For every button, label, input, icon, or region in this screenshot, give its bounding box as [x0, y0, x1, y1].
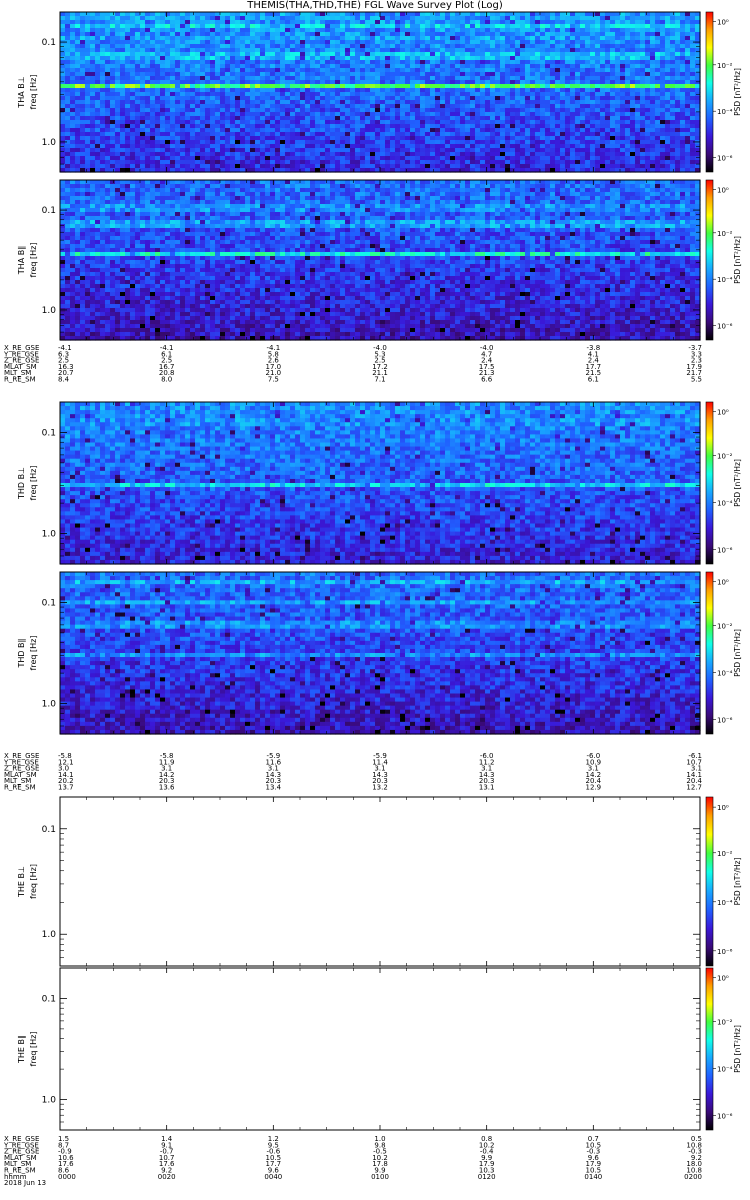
y-axis-probe-label: THE B∥	[17, 1035, 26, 1064]
colorbar-tick-label: 10⁻⁴	[717, 108, 733, 116]
colorbar-tick-label: 10⁰	[717, 409, 729, 417]
wave-survey-figure: THEMIS(THA,THD,THE) FGL Wave Survey Plot…	[0, 0, 750, 1200]
spectrogram-panel-6	[59, 967, 716, 1131]
colorbar-tick-label: 10⁻⁶	[717, 155, 733, 163]
ephemeris-value: 13.7	[58, 784, 74, 792]
ephemeris-value: 13.6	[159, 784, 175, 792]
colorbar-tick-label: 10⁻⁴	[717, 1065, 733, 1073]
colorbar-tick-label: 10⁻⁴	[717, 669, 733, 677]
y-tick-label: 0.1	[42, 825, 56, 835]
ephemeris-value: 12.9	[586, 784, 602, 792]
spectrogram-panel-1	[59, 11, 716, 173]
ephemeris-label: R_RE_SM	[4, 376, 36, 384]
spectrogram-heatmap	[60, 572, 701, 735]
y-axis-probe-label: THD B∥	[17, 638, 26, 668]
ephemeris-value: 0200	[684, 1173, 702, 1181]
colorbar	[705, 796, 714, 967]
colorbar-tick-label: 10⁰	[717, 579, 729, 587]
colorbar	[705, 571, 714, 735]
y-tick-label: 0.1	[42, 38, 56, 48]
colorbar-tick-label: 10⁻⁴	[717, 899, 733, 907]
y-tick-label: 1.0	[42, 306, 57, 316]
colorbar-label: PSD [nT²/Hz]	[733, 68, 742, 116]
colorbar-label: PSD [nT²/Hz]	[733, 236, 742, 284]
y-axis-freq-label: freq [Hz]	[29, 243, 38, 278]
y-tick-label: 1.0	[42, 138, 57, 148]
ephemeris-value: 7.5	[268, 376, 279, 384]
colorbar	[705, 401, 714, 565]
ephemeris-value: 0140	[584, 1173, 602, 1181]
colorbar-tick-label: 10⁰	[717, 187, 729, 195]
ephemeris-value: 0040	[264, 1173, 282, 1181]
colorbar-tick-label: 10⁻²	[717, 850, 733, 858]
y-tick-label: 1.0	[42, 1096, 57, 1106]
ephemeris-value: 6.1	[588, 376, 599, 384]
colorbar-tick-label: 10⁰	[717, 804, 729, 812]
colorbar-tick-label: 10⁻⁶	[717, 948, 733, 956]
colorbar-tick-label: 10⁻⁶	[717, 1112, 733, 1120]
colorbar-tick-label: 10⁻²	[717, 62, 733, 70]
colorbar-label: PSD [nT²/Hz]	[733, 459, 742, 507]
spectrogram-heatmap	[60, 402, 701, 565]
y-axis-freq-label: freq [Hz]	[29, 466, 38, 501]
spectrogram-panel-4	[59, 571, 716, 735]
colorbar-tick-label: 10⁻²	[717, 230, 733, 238]
spectrogram-panel-3	[59, 401, 716, 565]
y-tick-label: 0.1	[42, 428, 56, 438]
colorbar-tick-label: 10⁻²	[717, 622, 733, 630]
ephemeris-value: 7.1	[374, 376, 385, 384]
y-axis-probe-label: THD B⊥	[17, 467, 26, 500]
ephemeris-value: 0000	[58, 1173, 76, 1181]
colorbar-tick-label: 10⁻²	[717, 1018, 733, 1026]
ephemeris-value: 13.4	[266, 784, 282, 792]
spectrogram-panel-5	[59, 796, 716, 967]
ephemeris-value: 13.2	[372, 784, 388, 792]
y-axis-probe-label: THA B∥	[17, 246, 26, 275]
spectrogram-heatmap	[60, 180, 701, 341]
y-axis-freq-label: freq [Hz]	[29, 1032, 38, 1067]
y-tick-label: 0.1	[42, 598, 56, 608]
colorbar-tick-label: 10⁻⁶	[717, 716, 733, 724]
ephemeris-value: 13.1	[479, 784, 495, 792]
ephemeris-value: 0100	[371, 1173, 389, 1181]
y-axis-freq-label: freq [Hz]	[29, 864, 38, 899]
colorbar-label: PSD [nT²/Hz]	[733, 858, 742, 906]
colorbar-tick-label: 10⁻²	[717, 452, 733, 460]
spectrogram-panel-2	[59, 179, 716, 341]
colorbar-tick-label: 10⁰	[717, 975, 729, 983]
ephemeris-value: 5.5	[691, 376, 702, 384]
colorbar-label: PSD [nT²/Hz]	[733, 629, 742, 677]
panel-frame	[59, 796, 701, 967]
ephemeris-value: 8.4	[58, 376, 70, 384]
y-tick-label: 1.0	[42, 930, 57, 940]
y-axis-freq-label: freq [Hz]	[29, 636, 38, 671]
y-tick-label: 1.0	[42, 700, 57, 710]
ephemeris-value: 0020	[158, 1173, 176, 1181]
y-axis-freq-label: freq [Hz]	[29, 75, 38, 110]
colorbar-tick-label: 10⁻⁴	[717, 499, 733, 507]
spectrogram-heatmap	[60, 12, 701, 173]
wave-survey-svg: 1.00.1THA B⊥ freq [Hz]10⁰10⁻²10⁻⁴10⁻⁶PSD …	[3, 11, 742, 1187]
y-axis-probe-label: THE B⊥	[17, 866, 26, 898]
ephemeris-value: 0120	[478, 1173, 496, 1181]
ephemeris-value: 8.0	[161, 376, 172, 384]
ephemeris-value: 6.6	[481, 376, 493, 384]
colorbar-tick-label: 10⁻⁴	[717, 276, 733, 284]
colorbar-tick-label: 10⁻⁶	[717, 546, 733, 554]
colorbar	[705, 179, 714, 341]
colorbar-tick-label: 10⁰	[717, 19, 729, 27]
panel-frame	[59, 967, 701, 1131]
y-axis-probe-label: THA B⊥	[17, 76, 26, 108]
ephemeris-date: 2018 Jun 13	[4, 1179, 46, 1187]
ephemeris-value: 12.7	[686, 784, 702, 792]
colorbar	[705, 11, 714, 173]
colorbar-label: PSD [nT²/Hz]	[733, 1025, 742, 1073]
colorbar	[705, 967, 714, 1131]
colorbar-tick-label: 10⁻⁶	[717, 323, 733, 331]
y-tick-label: 0.1	[42, 994, 56, 1004]
y-tick-label: 1.0	[42, 530, 57, 540]
ephemeris-label: R_RE_SM	[4, 784, 36, 792]
y-tick-label: 0.1	[42, 206, 56, 216]
